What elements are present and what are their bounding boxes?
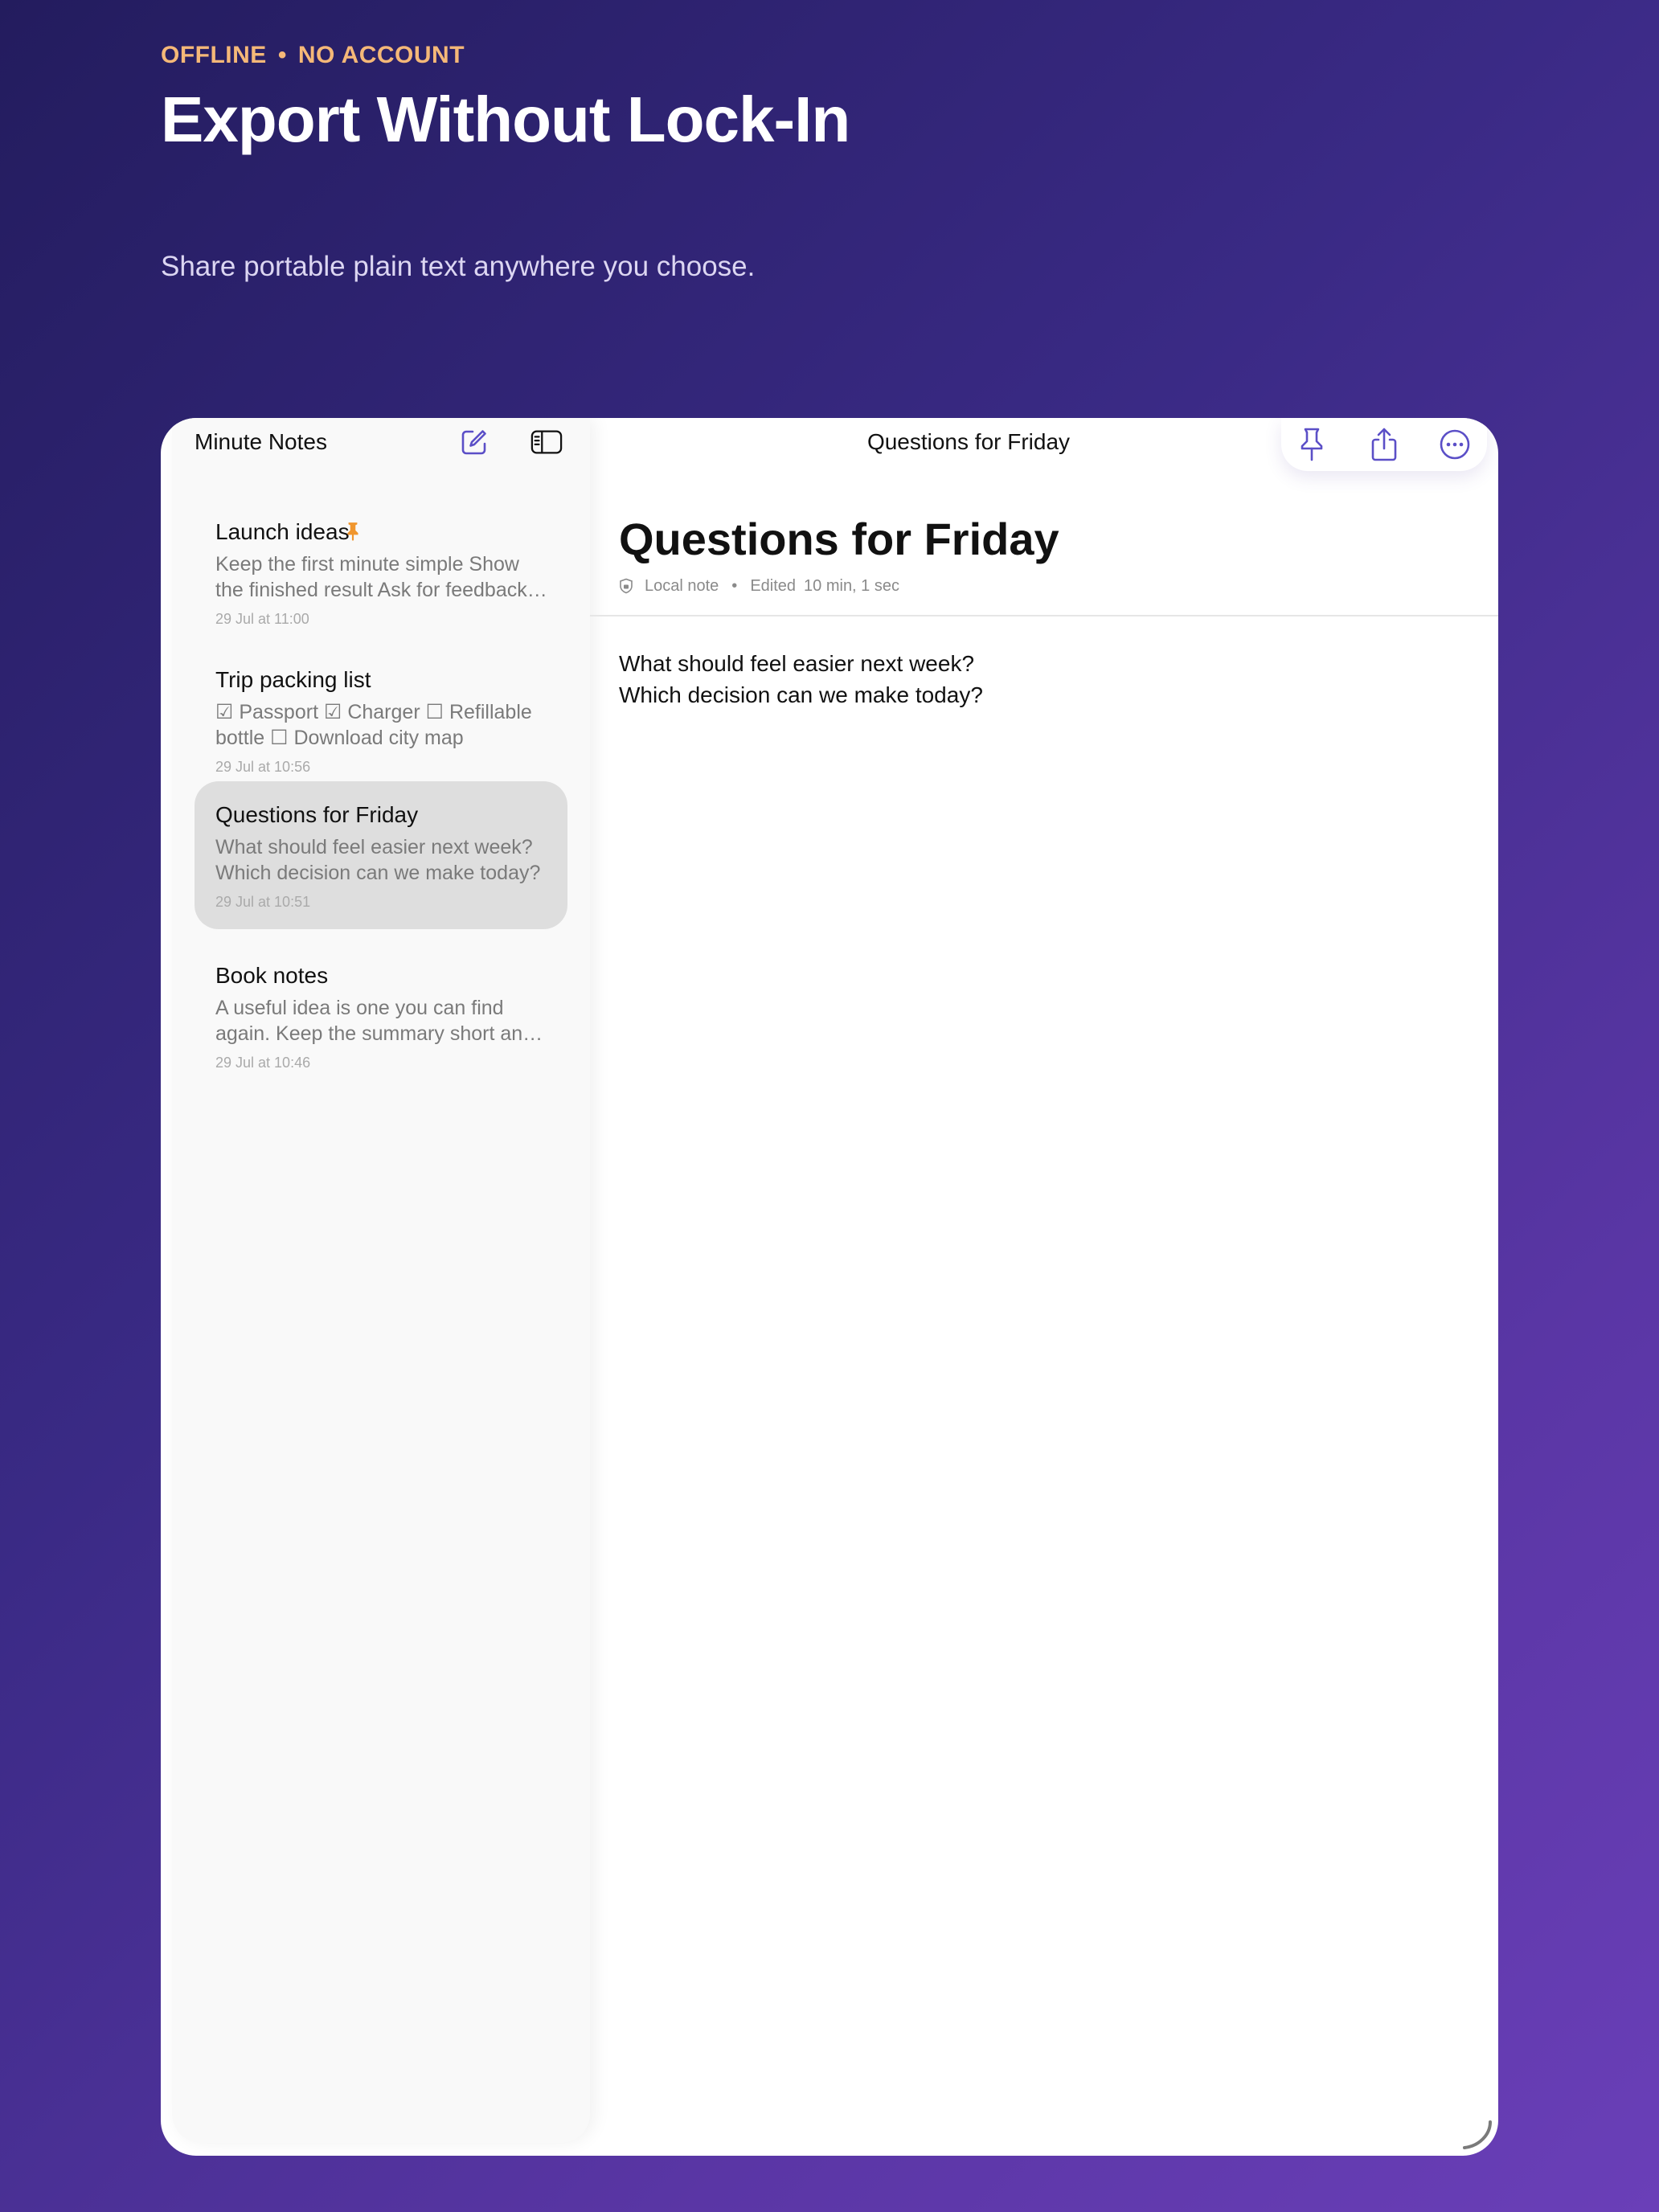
pin-icon <box>1301 428 1323 461</box>
note-preview: What should feel easier next week? Which… <box>215 836 541 884</box>
compose-icon <box>461 430 486 455</box>
note-list-item[interactable]: Book notes A useful idea is one you can … <box>195 945 567 1093</box>
headline: Export Without Lock-In <box>161 84 850 155</box>
meta-separator: • <box>731 576 738 595</box>
note-date: 29 Jul at 11:00 <box>215 611 309 627</box>
note-title: Launch ideas <box>215 519 350 544</box>
header-divider <box>590 615 1498 616</box>
note-preview: Keep the first minute simple Show the fi… <box>215 553 527 601</box>
sidebar-toggle-icon <box>530 430 563 454</box>
note-title: Trip packing list <box>215 667 371 692</box>
storage-label: Local note <box>645 576 719 595</box>
app-window: Minute Notes Launch ideas Keep the first… <box>161 418 1498 2156</box>
note-body-line: Which decision can we make today? <box>619 682 983 707</box>
note-list-item-selected[interactable]: Questions for Friday What should feel ea… <box>195 781 567 929</box>
note-date: 29 Jul at 10:56 <box>215 759 311 775</box>
note-meta: Local note • Edited 10 min, 1 sec <box>619 575 899 597</box>
note-list-item[interactable]: Trip packing list ☑ Passport ☑ Charger ☐… <box>195 649 567 797</box>
note-title: Book notes <box>215 963 329 988</box>
pin-button[interactable] <box>1292 425 1331 464</box>
note-preview: ☑ Passport ☑ Charger ☐ Refillable bottle… <box>215 701 532 749</box>
resize-handle-icon[interactable] <box>1460 2117 1495 2153</box>
eyebrow-separator: • <box>277 42 287 68</box>
navigation-title: Questions for Friday <box>866 429 1071 454</box>
note-heading[interactable]: Questions for Friday <box>619 513 1059 565</box>
note-date: 29 Jul at 10:46 <box>215 1055 311 1071</box>
new-note-button[interactable] <box>458 426 490 458</box>
subhead: Share portable plain text anywhere you c… <box>161 251 756 282</box>
more-icon <box>1440 429 1470 460</box>
sidebar-title: Minute Notes <box>195 429 327 454</box>
share-icon <box>1371 428 1397 461</box>
note-body-line: What should feel easier next week? <box>619 651 975 676</box>
eyebrow-offline: OFFLINE <box>161 42 267 68</box>
note-toolbar <box>1281 418 1487 471</box>
notes-sidebar: Minute Notes Launch ideas Keep the first… <box>172 418 590 2143</box>
note-list-item[interactable]: Launch ideas Keep the first minute simpl… <box>195 502 567 649</box>
note-date: 29 Jul at 10:51 <box>215 894 311 910</box>
edited-label: Edited <box>750 576 797 595</box>
note-preview: A useful idea is one you can find again.… <box>215 997 535 1045</box>
edited-value: 10 min, 1 sec <box>804 576 899 595</box>
share-button[interactable] <box>1365 425 1403 464</box>
eyebrow-no-account: NO ACCOUNT <box>297 42 465 68</box>
pin-icon <box>347 522 358 541</box>
eyebrow: OFFLINE • NO ACCOUNT <box>161 42 465 69</box>
toggle-sidebar-button[interactable] <box>530 426 563 458</box>
lock-shield-icon <box>620 578 633 594</box>
note-body[interactable]: What should feel easier next week? Which… <box>619 648 1455 711</box>
note-title: Questions for Friday <box>215 802 419 827</box>
more-button[interactable] <box>1436 425 1474 464</box>
